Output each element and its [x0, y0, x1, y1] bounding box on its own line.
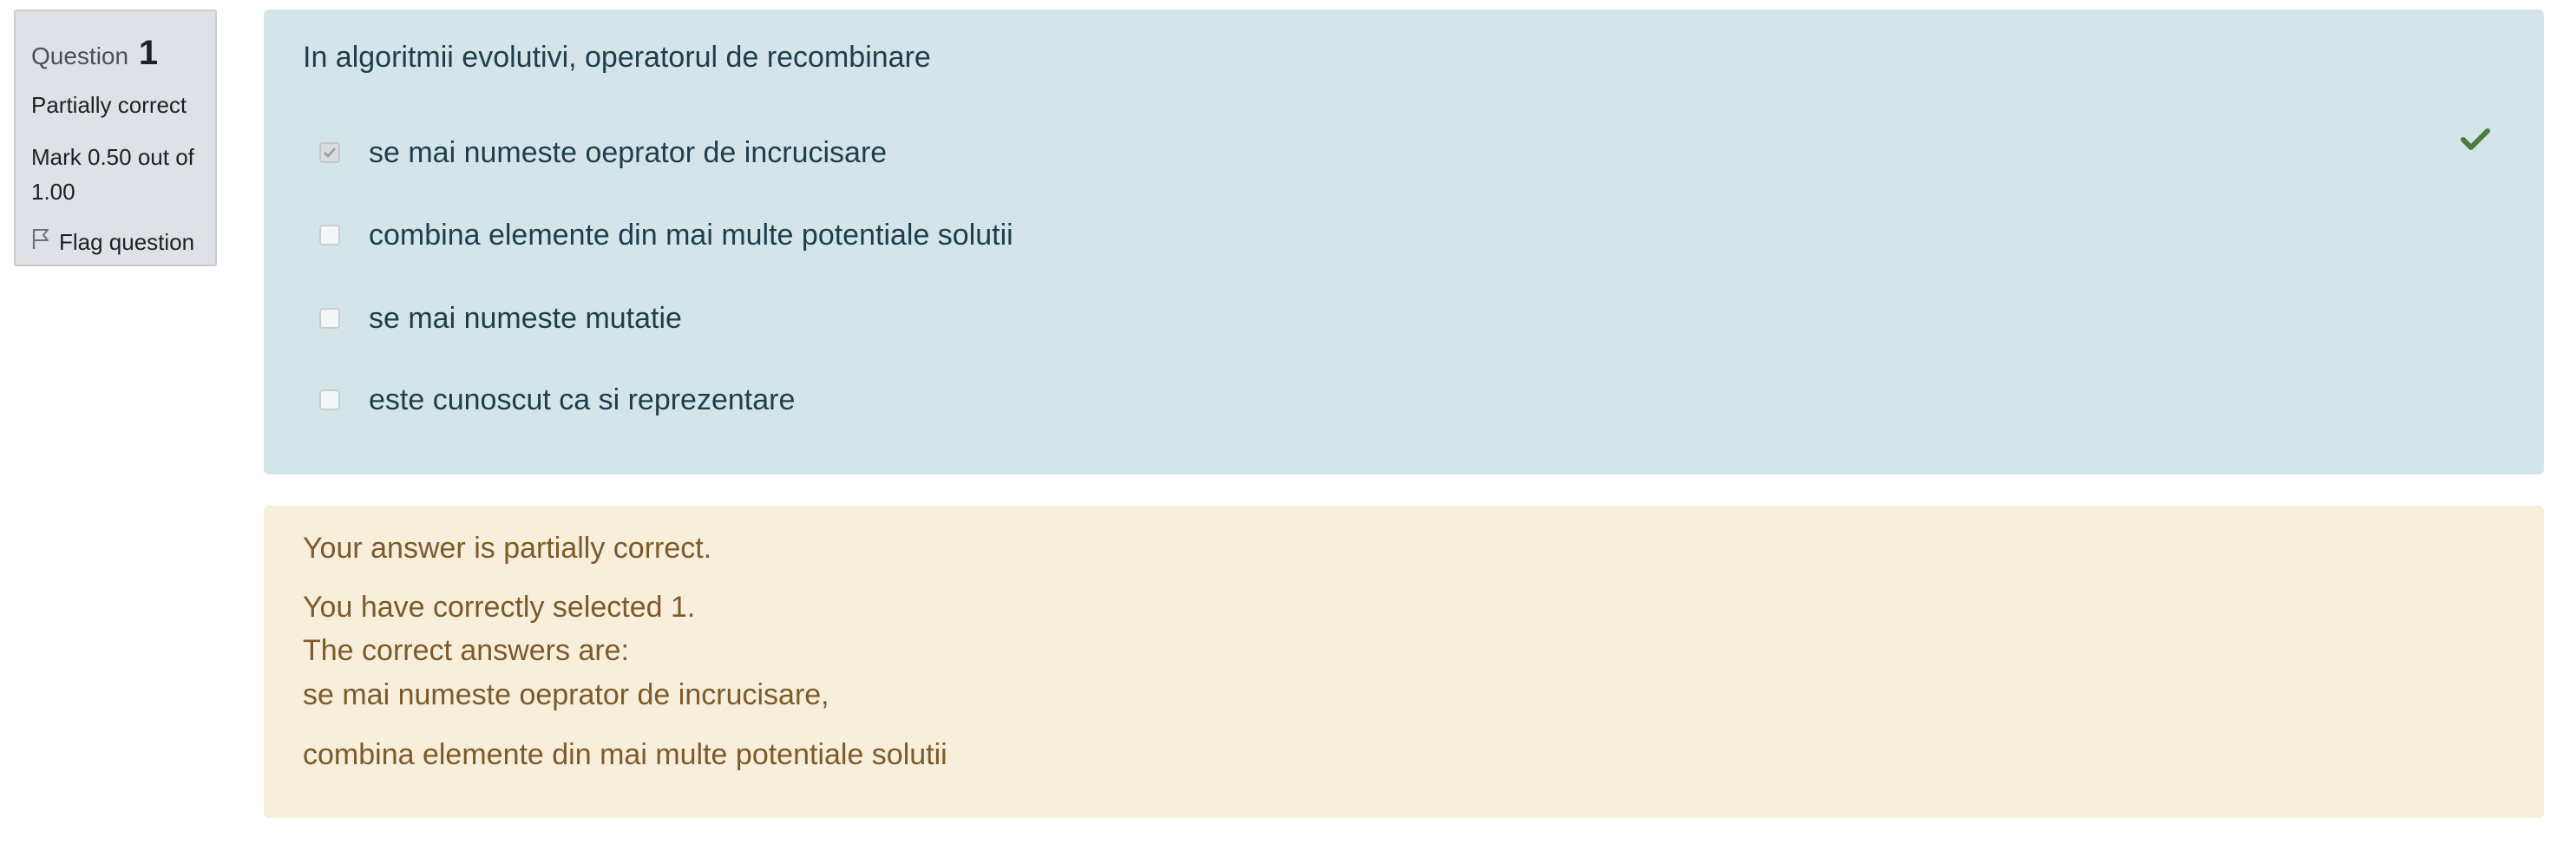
answer-checkbox[interactable] [319, 225, 340, 245]
question-content: In algoritmii evolutivi, operatorul de r… [264, 10, 2544, 474]
question-number: Question 1 [31, 36, 200, 70]
answer-option[interactable]: este cunoscut ca si reprezentare [319, 378, 795, 422]
correct-answers-intro: The correct answers are: [303, 634, 630, 667]
question-info-panel: Question 1 Partially correct Mark 0.50 o… [14, 10, 217, 266]
correct-answer-2: combina elemente din mai multe potential… [303, 738, 947, 771]
answer-option[interactable]: se mai numeste oeprator de incrucisare [319, 131, 887, 174]
answer-label: combina elemente din mai multe potential… [369, 218, 1013, 252]
question-text: In algoritmii evolutivi, operatorul de r… [303, 41, 931, 74]
flag-question-link[interactable]: Flag question [31, 225, 200, 259]
answer-label: se mai numeste oeprator de incrucisare [369, 135, 888, 169]
answer-checkbox[interactable] [319, 389, 340, 410]
answer-checkbox[interactable] [319, 308, 340, 329]
question-grade: Mark 0.50 out of 1.00 [31, 144, 194, 205]
answer-option[interactable]: combina elemente din mai multe potential… [319, 213, 1013, 257]
feedback-panel: Your answer is partially correct. You ha… [264, 506, 2544, 818]
correct-answer-1: se mai numeste oeprator de incrucisare, [303, 678, 829, 711]
feedback-summary: Your answer is partially correct. [303, 532, 712, 565]
question-label: Question [31, 43, 129, 69]
flag-icon [31, 225, 59, 259]
answer-option[interactable]: se mai numeste mutatie [319, 297, 682, 340]
flag-question-label: Flag question [59, 229, 195, 255]
feedback-selected: You have correctly selected 1. [303, 591, 696, 624]
answer-label: este cunoscut ca si reprezentare [369, 383, 796, 416]
check-icon [2461, 128, 2490, 156]
answer-label: se mai numeste mutatie [369, 301, 682, 335]
question-number-value: 1 [138, 34, 159, 72]
answer-checkbox[interactable] [319, 142, 340, 163]
question-state: Partially correct [31, 92, 187, 118]
